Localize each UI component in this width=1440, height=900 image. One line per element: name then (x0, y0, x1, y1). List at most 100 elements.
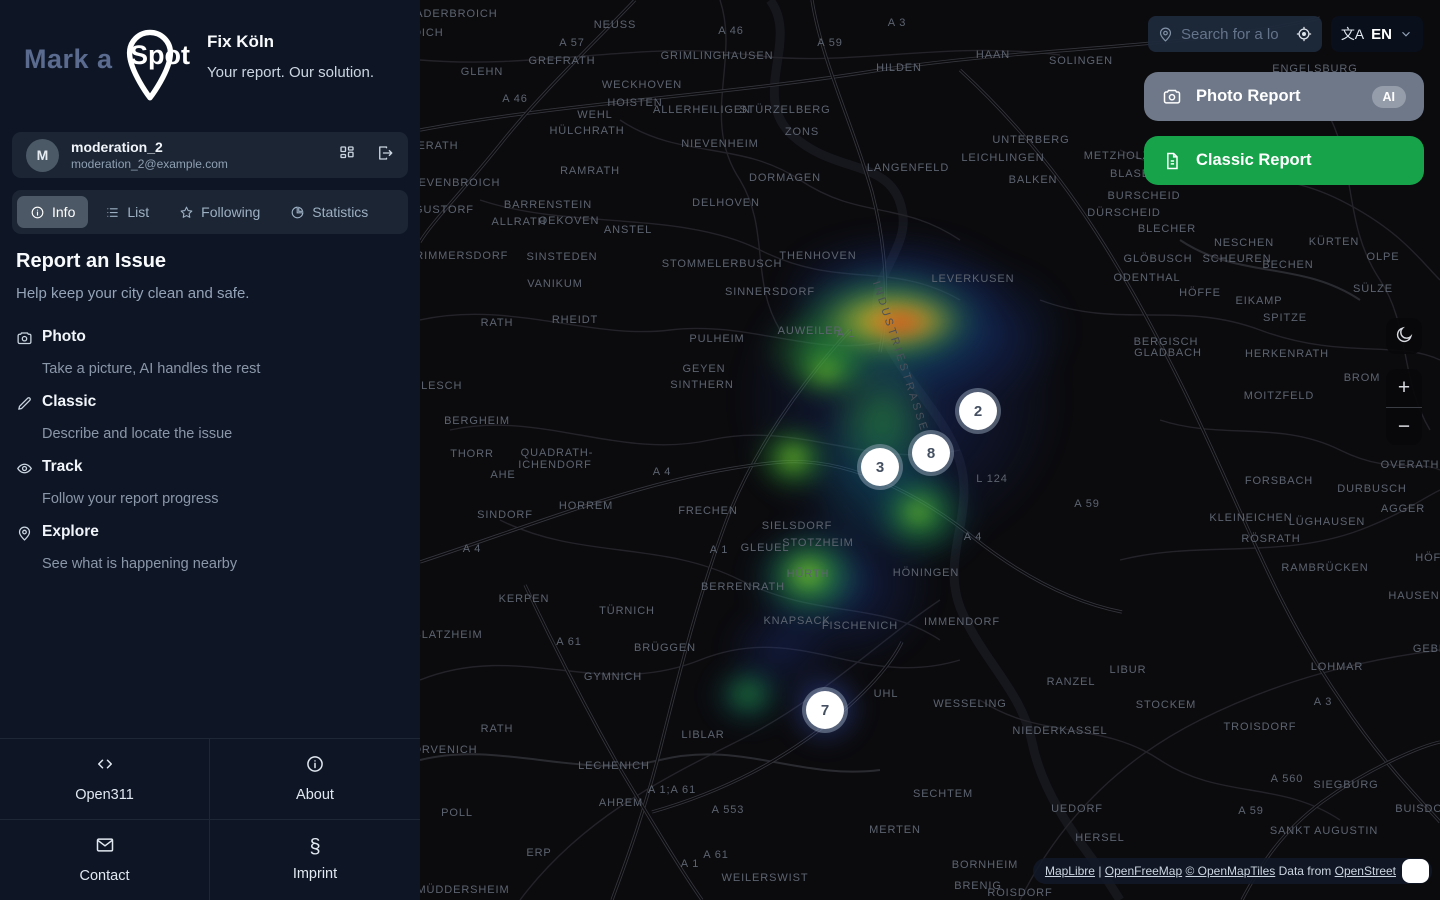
tab-label: Following (201, 204, 260, 220)
site-title: Fix Köln (207, 32, 374, 52)
document-icon (1162, 151, 1182, 171)
map-place-label: AGGER (1381, 503, 1425, 515)
sidebar-footer: Open311About Contact § Imprint (0, 738, 420, 900)
map-place-label: RADERBROICH (420, 8, 498, 20)
feature-title: Photo (42, 328, 396, 352)
map-place-label: THORR (450, 448, 494, 460)
map-place-label: GRIMLINGHAUSEN (661, 50, 774, 62)
map-place-label: KERPEN (499, 593, 550, 605)
map-canvas[interactable]: RADERBROICHOICHNEUSSA 46A 3A 59A 57GRIML… (420, 0, 1440, 900)
map-place-label: WEHL (577, 109, 612, 121)
cluster-marker-8[interactable]: 8 (912, 434, 950, 472)
map-place-label: HÖFFE (1179, 287, 1221, 299)
zoom-controls: + − (1386, 369, 1422, 445)
map-place-label: SÜLZE (1353, 283, 1393, 295)
map-place-label: A 57 (559, 37, 585, 49)
dark-mode-toggle[interactable] (1386, 318, 1422, 354)
footer-link-about[interactable]: About (210, 739, 420, 820)
section-icon: § (309, 837, 320, 857)
map-place-label: BECHEN (1262, 259, 1313, 271)
attribution-link[interactable]: © OpenMapTiles (1186, 864, 1276, 878)
map-place-label: LIBUR (1110, 664, 1147, 676)
map-place-label: LEICHLINGEN (961, 152, 1044, 164)
tab-list[interactable]: List (92, 196, 162, 228)
camera-icon (1162, 87, 1182, 107)
attribution-link[interactable]: OpenStreet (1335, 864, 1396, 878)
map-place-label: A 4 (964, 531, 983, 543)
map-place-label: BLATZHEIM (420, 629, 483, 641)
tab-info[interactable]: Info (17, 196, 88, 228)
dashboard-icon[interactable] (338, 144, 356, 167)
search-input[interactable] (1181, 26, 1288, 43)
feature-photo[interactable]: PhotoTake a picture, AI handles the rest (16, 328, 396, 377)
attribution-link[interactable]: MapLibre (1045, 864, 1095, 878)
map-place-label: HERKENRATH (1245, 348, 1329, 360)
feature-explore[interactable]: ExploreSee what is happening nearby (16, 523, 396, 572)
map-place-label: POLL (441, 807, 473, 819)
feature-track[interactable]: TrackFollow your report progress (16, 458, 396, 507)
map-place-label: KLEINEICHEN (1209, 512, 1292, 524)
cluster-marker-3[interactable]: 3 (861, 448, 899, 486)
map-place-label: DURBUSCH (1337, 483, 1407, 495)
feature-description: Describe and locate the issue (42, 426, 396, 442)
photo-report-button[interactable]: Photo Report AI (1144, 72, 1424, 121)
map-place-label: A 1 (710, 544, 729, 556)
map-place-label: RATH (481, 317, 514, 329)
map-place-label: STOCKEM (1136, 699, 1197, 711)
map-place-label: SCHEUREN (1203, 253, 1272, 265)
map-place-label: AHE (490, 469, 515, 481)
attribution-link[interactable]: OpenFreeMap (1105, 864, 1182, 878)
footer-link-label: Imprint (293, 866, 337, 882)
map-pin-icon (16, 525, 40, 547)
map-place-label: A 59 (817, 37, 843, 49)
cluster-marker-7[interactable]: 7 (806, 691, 844, 729)
feature-title: Classic (42, 393, 396, 417)
map-place-label: PULHEIM (689, 333, 744, 345)
map-place-label: ALLERHEILIGEN (653, 104, 751, 116)
language-selector[interactable]: 文A EN (1331, 16, 1423, 52)
map-place-label: HÜLCHRATH (549, 125, 624, 137)
feature-title: Explore (42, 523, 396, 547)
classic-report-label: Classic Report (1196, 151, 1312, 170)
ai-badge: AI (1372, 86, 1407, 108)
classic-report-button[interactable]: Classic Report (1144, 136, 1424, 185)
footer-link-imprint[interactable]: § Imprint (210, 820, 420, 900)
map-place-label: STOMMELERBUSCH (662, 258, 783, 270)
feature-classic[interactable]: Classic Describe and locate the issue (16, 393, 396, 442)
map-place-label: HÖNINGEN (893, 567, 959, 579)
map-place-label: HERSEL (1075, 832, 1124, 844)
map-place-label: UNTERBERG (992, 134, 1069, 146)
map-place-label: GLEHN (461, 66, 503, 78)
logout-icon[interactable] (376, 144, 394, 167)
mail-icon (95, 835, 115, 859)
map-place-label: KÜRTEN (1309, 236, 1359, 248)
map-place-label: RATH (481, 723, 514, 735)
camera-icon (16, 330, 40, 352)
tab-following[interactable]: Following (166, 196, 273, 228)
language-code: EN (1371, 26, 1392, 43)
map-place-label: FORSBACH (1245, 475, 1313, 487)
map-place-label: MOITZFELD (1244, 390, 1314, 402)
attribution-toggle-button[interactable] (1402, 859, 1429, 883)
tab-label: List (127, 204, 149, 220)
map-place-label: AHREM (599, 797, 643, 809)
zoom-in-button[interactable]: + (1386, 369, 1422, 407)
map-place-label: EIKAMP (1236, 295, 1283, 307)
footer-link-contact[interactable]: Contact (0, 820, 210, 900)
map-place-label: HILDEN (876, 62, 922, 74)
footer-link-open311[interactable]: Open311 (0, 739, 210, 820)
zoom-out-button[interactable]: − (1386, 407, 1422, 445)
info-icon (305, 754, 325, 778)
locate-me-icon[interactable] (1295, 25, 1313, 43)
map-place-label: SOLINGEN (1049, 55, 1113, 67)
map-place-label: ERP (526, 847, 551, 859)
map-place-label: RAMRATH (560, 165, 620, 177)
map-place-label: ANSTEL (604, 224, 652, 236)
cluster-marker-2[interactable]: 2 (959, 392, 997, 430)
footer-link-label: Contact (80, 868, 130, 884)
map-place-label: LÜGHAUSEN (1289, 516, 1366, 528)
map-place-label: ROISDORF (987, 887, 1052, 899)
map-place-label: BLECHER (1138, 223, 1196, 235)
tab-statistics[interactable]: Statistics (277, 196, 381, 228)
map-place-label: WECKHOVEN (602, 79, 682, 91)
